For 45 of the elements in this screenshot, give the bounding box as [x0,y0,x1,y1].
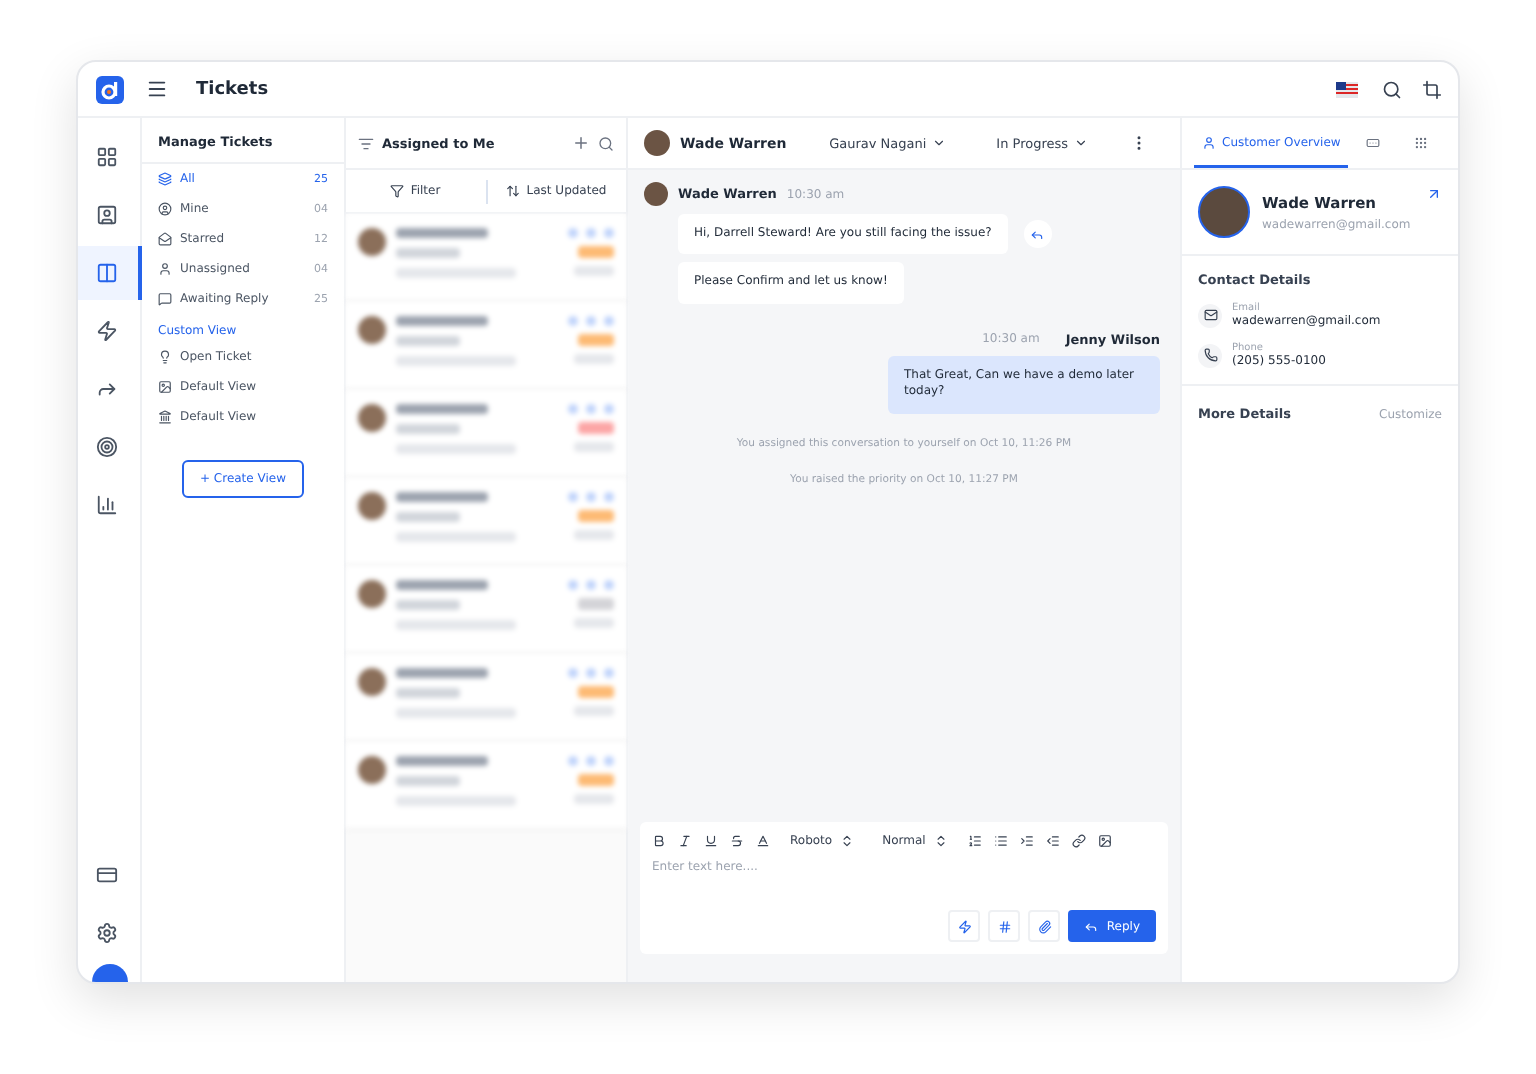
list-icon [358,135,374,151]
sort-icon [506,184,521,198]
bold-icon[interactable] [652,834,666,848]
hash-icon[interactable] [988,910,1021,942]
image-icon [158,380,172,394]
up-down-chevron-icon [933,834,948,848]
text-color-icon[interactable] [756,834,770,848]
logo-icon [96,75,124,103]
user-icon [158,262,172,276]
phone-icon [1198,343,1222,367]
envelope-icon [158,232,172,246]
link-icon[interactable] [1071,834,1086,848]
blurred-ticket-row[interactable] [346,214,626,302]
image-icon[interactable] [1097,834,1112,848]
avatar-photo [1198,186,1250,238]
lightning-icon[interactable] [948,910,981,942]
chevron-down-icon [932,136,947,150]
strikethrough-icon[interactable] [730,834,744,848]
flag-icon [1336,81,1358,97]
italic-icon[interactable] [678,834,692,848]
paperclip-icon[interactable] [1028,910,1061,942]
page-title: Tickets [196,79,271,99]
up-down-chevron-icon [840,834,855,848]
avatar-photo [644,130,670,156]
bullet-list-icon[interactable] [993,834,1008,848]
numbered-list-icon[interactable] [967,834,982,848]
lightbulb-icon [158,350,172,364]
underline-icon[interactable] [704,834,718,848]
indent-icon[interactable] [1019,834,1034,848]
message-icon [158,292,172,306]
chevron-down-icon [1074,136,1088,150]
user-circle-icon [158,202,172,216]
user-icon [1202,136,1216,150]
building-icon [158,410,172,424]
external-link-icon[interactable] [1426,186,1442,202]
plus-icon[interactable] [572,134,590,152]
envelope-icon [1198,303,1222,327]
outdent-icon[interactable] [1045,834,1060,848]
crop-icon[interactable] [1418,75,1446,103]
layers-icon [158,172,172,186]
filter-icon [390,184,405,198]
reply-arrow-icon [1084,919,1099,933]
search-icon[interactable] [598,135,614,151]
avatar-photo [644,182,668,206]
columns-icon[interactable] [78,246,141,300]
